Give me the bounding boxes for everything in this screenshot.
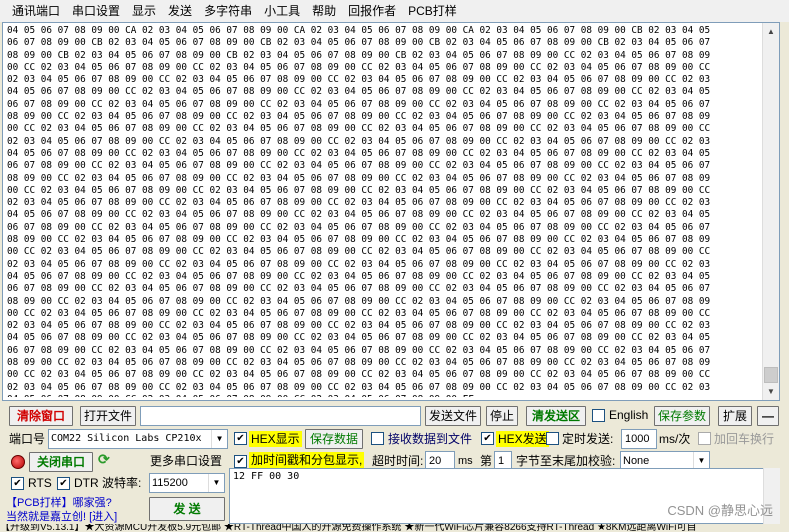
byte-prefix: 第 xyxy=(480,454,493,468)
menu-display[interactable]: 显示 xyxy=(126,0,162,22)
menu-serial-settings[interactable]: 串口设置 xyxy=(66,0,126,22)
add-crlf-label: 加回车换行 xyxy=(714,432,775,446)
checksum-label: 字节至末尾加校验: xyxy=(516,454,616,468)
menu-help[interactable]: 帮助 xyxy=(306,0,342,22)
pcb-promo-line2[interactable]: 当然就是嘉立创! [进入] xyxy=(6,508,117,524)
expand-button[interactable]: 扩展 xyxy=(718,406,752,426)
scroll-thumb[interactable] xyxy=(764,367,778,383)
dtr-checkbox[interactable] xyxy=(57,477,70,490)
scroll-down-icon[interactable]: ▼ xyxy=(763,383,779,400)
timeout-unit: ms xyxy=(458,455,473,467)
send-button[interactable]: 发 送 xyxy=(149,497,225,521)
baud-value: 115200 xyxy=(152,477,188,489)
recv-to-file-label: 接收数据到文件 xyxy=(388,432,473,446)
menu-multi-string[interactable]: 多字符串 xyxy=(198,0,258,22)
rts-label: RTS xyxy=(28,476,52,490)
receive-scrollbar[interactable]: ▲ ▼ xyxy=(762,23,779,400)
add-crlf-checkbox[interactable] xyxy=(698,432,711,445)
interval-input[interactable]: 1000 xyxy=(621,429,657,449)
clear-send-button[interactable]: 清发送区 xyxy=(526,406,586,426)
collapse-button[interactable]: — xyxy=(757,406,779,426)
send-file-button[interactable]: 发送文件 xyxy=(425,406,481,426)
chevron-down-icon: ▼ xyxy=(208,474,224,492)
baud-select[interactable]: 115200 ▼ xyxy=(149,473,225,493)
chevron-down-icon: ▼ xyxy=(211,430,227,448)
port-select[interactable]: COM22 Silicon Labs CP210x ▼ xyxy=(48,429,228,449)
english-label: English xyxy=(609,408,649,422)
refresh-icon[interactable]: ⟳ xyxy=(98,451,110,468)
hex-display-label: HEX显示 xyxy=(249,431,302,447)
dtr-label: DTR xyxy=(74,476,99,490)
timestamp-label: 加时间戳和分包显示, xyxy=(249,452,365,468)
menu-pcb[interactable]: PCB打样 xyxy=(402,0,463,22)
baud-label: 波特率: xyxy=(102,476,142,490)
stop-button[interactable]: 停止 xyxy=(486,406,518,426)
receive-area[interactable]: 04 05 06 07 08 09 00 CA 02 03 04 05 06 0… xyxy=(2,22,780,401)
timestamp-checkbox[interactable] xyxy=(234,455,247,468)
file-path-input[interactable] xyxy=(140,406,421,426)
clear-window-button[interactable]: 清除窗口 xyxy=(9,406,73,426)
save-data-button[interactable]: 保存数据 xyxy=(305,429,363,449)
close-port-button[interactable]: 关闭串口 xyxy=(29,452,93,472)
menu-bar: 通讯端口 串口设置 显示 发送 多字符串 小工具 帮助 回报作者 PCB打样 xyxy=(0,0,789,22)
menu-port[interactable]: 通讯端口 xyxy=(6,0,66,22)
status-bar: 【升级到V5.13.1】★大资源MCU开发板5.9元包邮 ★RT-Thread中… xyxy=(0,524,789,532)
timed-send-label: 定时发送: xyxy=(562,432,614,446)
watermark: CSDN @静思心远 xyxy=(667,503,773,518)
rts-checkbox[interactable] xyxy=(11,477,24,490)
english-checkbox[interactable] xyxy=(592,409,605,422)
timed-send-checkbox[interactable] xyxy=(546,432,559,445)
hex-send-checkbox[interactable] xyxy=(481,432,494,445)
hex-display-checkbox[interactable] xyxy=(234,432,247,445)
save-params-button[interactable]: 保存参数 xyxy=(654,406,710,426)
port-status-led-icon xyxy=(11,455,25,469)
more-settings-link[interactable]: 更多串口设置 xyxy=(150,453,222,469)
scroll-up-icon[interactable]: ▲ xyxy=(763,23,779,40)
port-label: 端口号 xyxy=(9,432,46,446)
receive-text: 04 05 06 07 08 09 00 CA 02 03 04 05 06 0… xyxy=(7,25,711,397)
menu-feedback[interactable]: 回报作者 xyxy=(342,0,402,22)
menu-send[interactable]: 发送 xyxy=(162,0,198,22)
hex-send-label: HEX发送 xyxy=(496,431,549,447)
menu-tools[interactable]: 小工具 xyxy=(258,0,306,22)
port-value: COM22 Silicon Labs CP210x xyxy=(51,433,202,444)
recv-to-file-checkbox[interactable] xyxy=(371,432,384,445)
interval-unit: ms/次 xyxy=(659,432,691,446)
timeout-label: 超时时间: xyxy=(372,454,424,468)
open-file-button[interactable]: 打开文件 xyxy=(80,406,136,426)
checksum-value: None xyxy=(623,455,650,467)
